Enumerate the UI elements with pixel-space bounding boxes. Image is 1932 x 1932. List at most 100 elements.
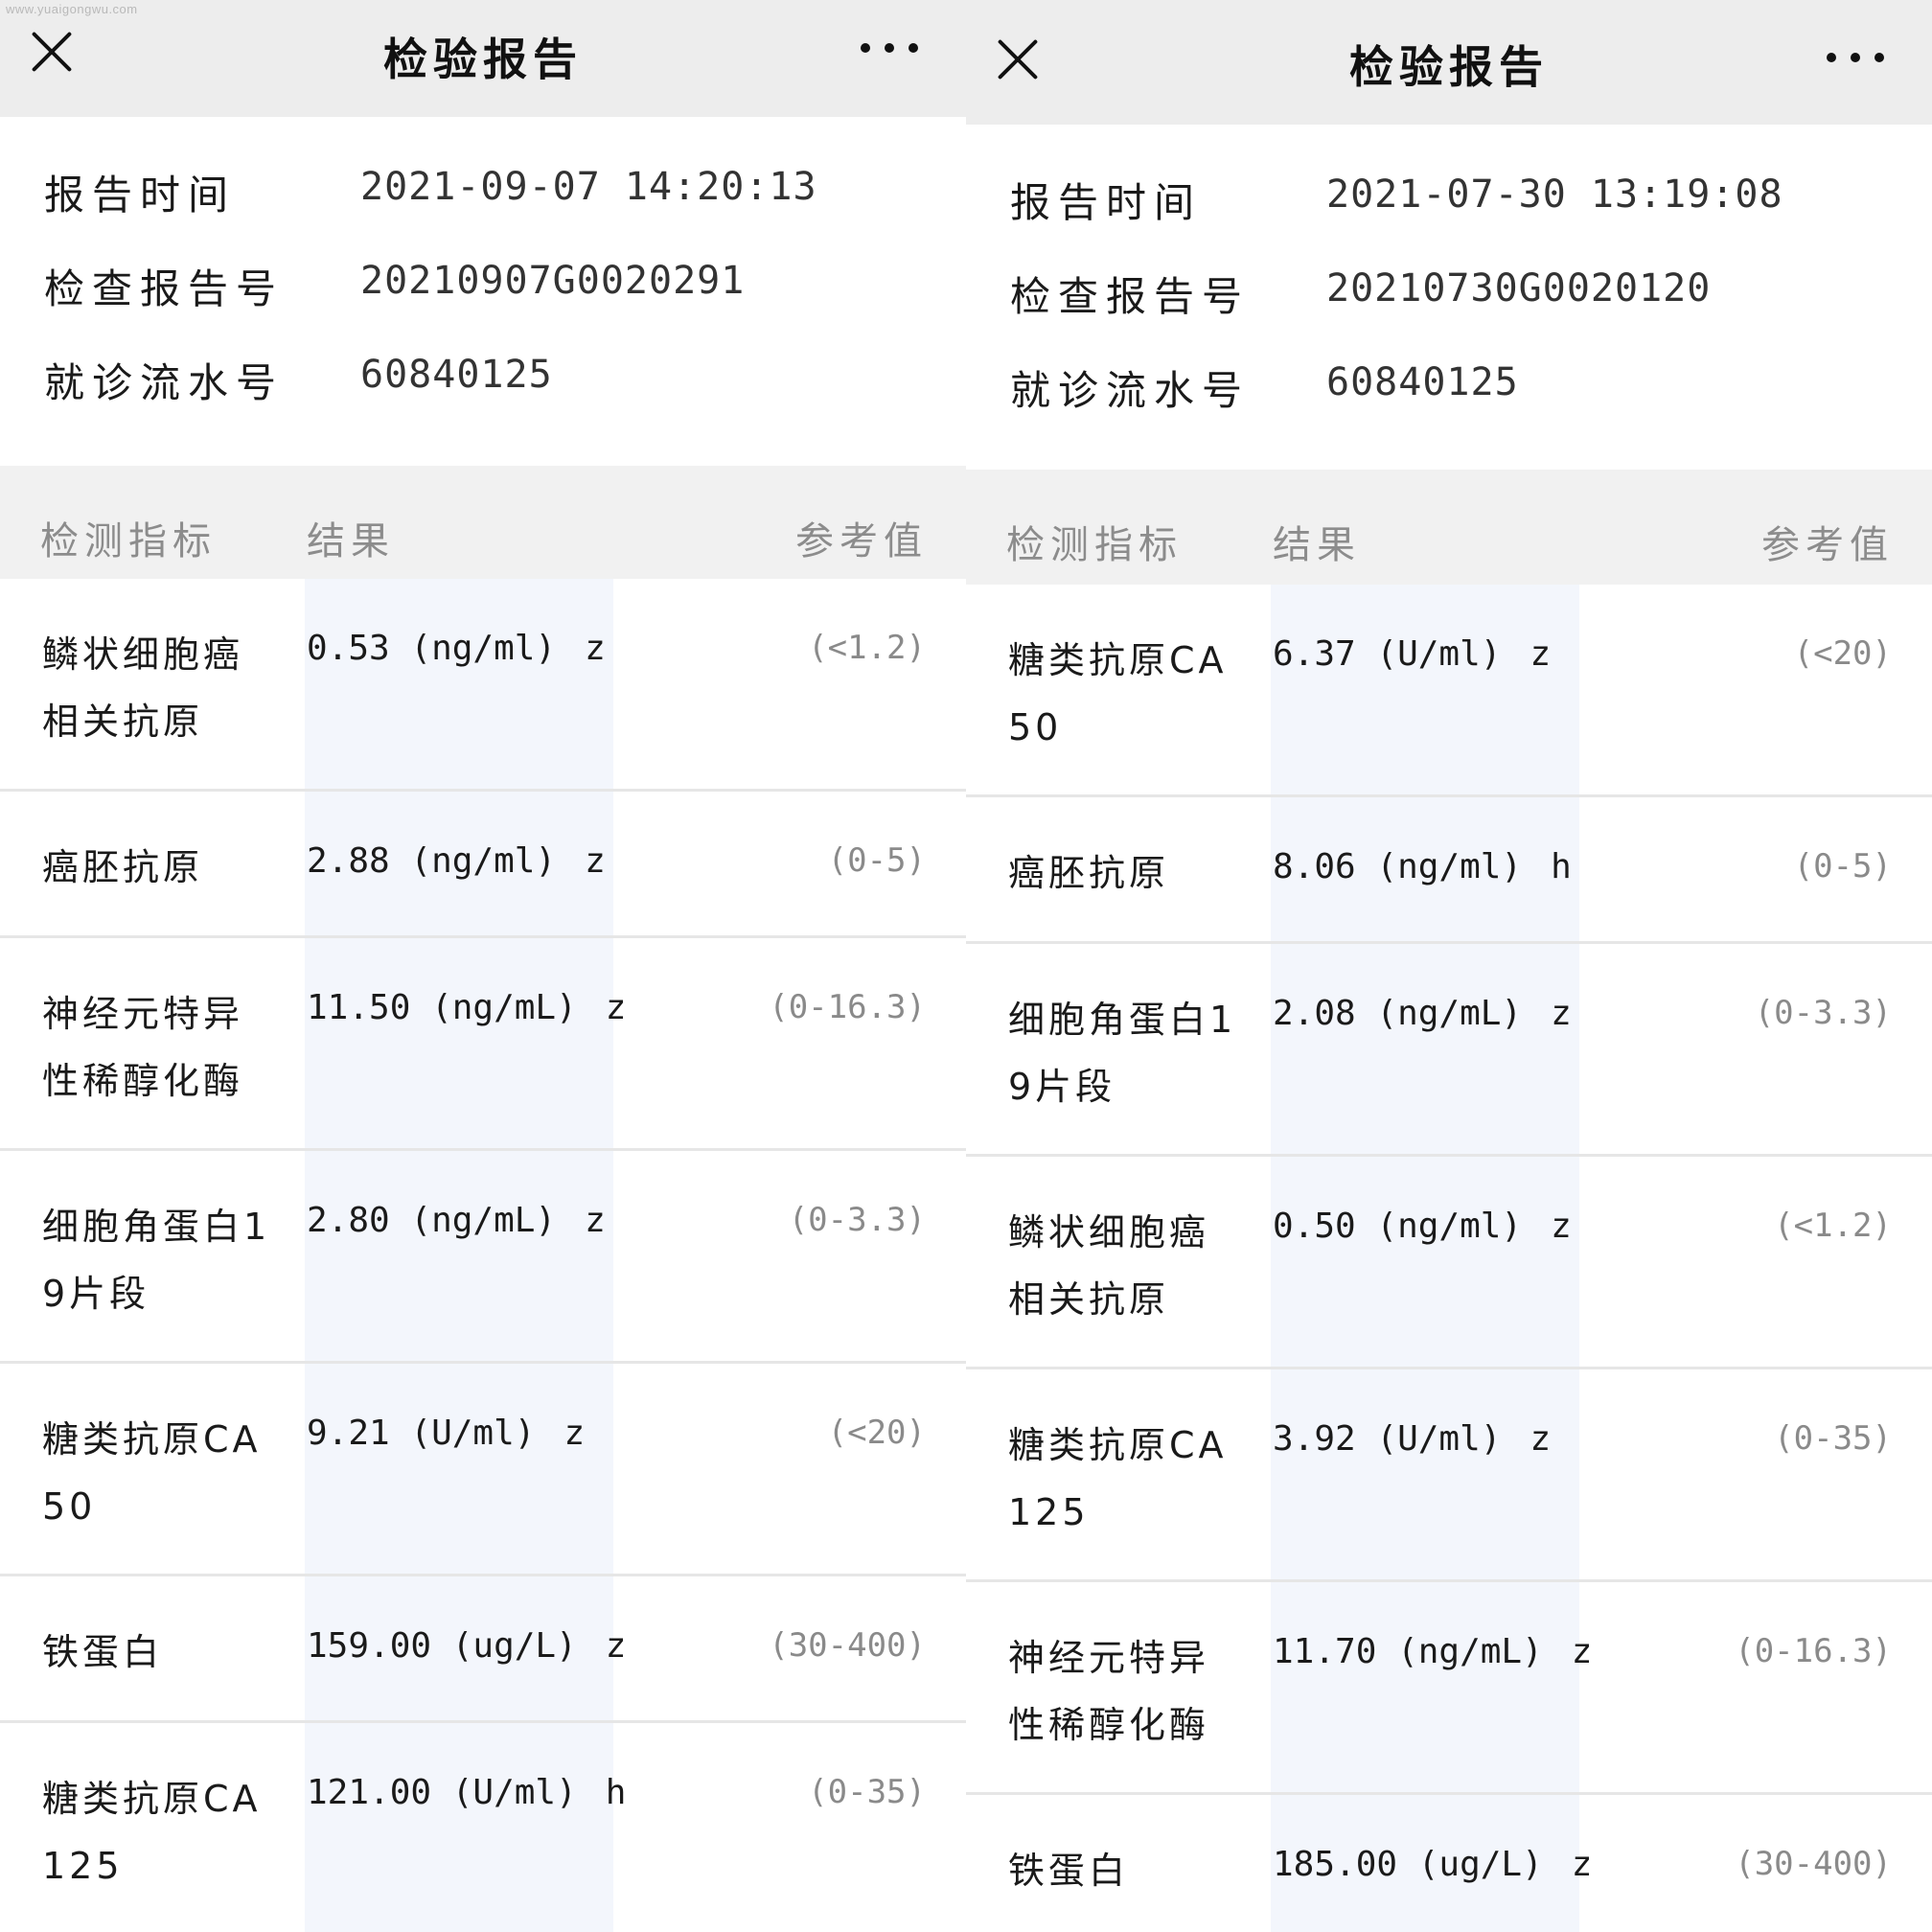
- result-value: 121.00 (U/ml) h: [307, 1773, 626, 1812]
- page-title: 检验报告: [1349, 41, 1549, 93]
- info-row-report-number: 检查报告号 20210730G0020120: [966, 245, 1932, 339]
- result-number: 3.92: [1273, 1419, 1356, 1459]
- result-number: 11.50: [307, 988, 411, 1027]
- indicator-name: 神经元特异性稀醇化酶: [1008, 1637, 1210, 1746]
- result-number: 0.53: [307, 629, 390, 668]
- indicator-name: 糖类抗原CA125: [1008, 1424, 1228, 1533]
- report-info: 报告时间 2021-07-30 13:19:08 检查报告号 20210730G…: [966, 125, 1932, 433]
- result-unit: (ng/ml): [410, 629, 557, 668]
- info-label: 就诊流水号: [44, 359, 285, 406]
- info-label: 就诊流水号: [1010, 367, 1251, 414]
- table-row[interactable]: 细胞角蛋白19片段 2.80 (ng/mL) z (0-3.3): [0, 1151, 966, 1364]
- result-value: 185.00 (ug/L) z: [1273, 1845, 1592, 1884]
- table-row[interactable]: 糖类抗原CA50 6.37 (U/ml) z (<20): [966, 585, 1932, 797]
- table-row[interactable]: 糖类抗原CA125 3.92 (U/ml) z (0-35): [966, 1369, 1932, 1582]
- indicator-name: 糖类抗原CA50: [1008, 639, 1228, 748]
- table-row[interactable]: 铁蛋白 185.00 (ug/L) z (30-400): [966, 1795, 1932, 1932]
- result-flag: z: [1530, 634, 1552, 674]
- table-row[interactable]: 糖类抗原CA50 9.21 (U/ml) z (<20): [0, 1364, 966, 1576]
- more-options-icon[interactable]: [1827, 48, 1884, 67]
- reference-range: (0-3.3): [1754, 994, 1892, 1032]
- info-value: 60840125: [1326, 360, 1519, 404]
- result-number: 159.00: [307, 1626, 432, 1666]
- table-row[interactable]: 神经元特异性稀醇化酶 11.50 (ng/mL) z (0-16.3): [0, 938, 966, 1151]
- info-value: 2021-09-07 14:20:13: [360, 165, 817, 209]
- indicator-name: 铁蛋白: [1008, 1850, 1130, 1892]
- result-flag: h: [1551, 847, 1572, 886]
- table-row[interactable]: 鳞状细胞癌相关抗原 0.50 (ng/ml) z (<1.2): [966, 1157, 1932, 1369]
- result-number: 2.80: [307, 1201, 390, 1240]
- table-row[interactable]: 癌胚抗原 2.88 (ng/ml) z (0-5): [0, 792, 966, 938]
- result-unit: (ng/mL): [410, 1201, 557, 1240]
- result-unit: (ng/mL): [1397, 1632, 1543, 1671]
- table-row[interactable]: 糖类抗原CA125 121.00 (U/ml) h (0-35): [0, 1723, 966, 1932]
- table-row[interactable]: 细胞角蛋白19片段 2.08 (ng/mL) z (0-3.3): [966, 944, 1932, 1157]
- reference-range: (0-16.3): [1735, 1632, 1892, 1670]
- info-row-report-time: 报告时间 2021-09-07 14:20:13: [0, 144, 966, 238]
- reference-range: (30-400): [769, 1626, 926, 1665]
- info-value: 20210730G0020120: [1326, 266, 1712, 310]
- reference-range: (0-35): [1774, 1419, 1892, 1458]
- table-row[interactable]: 鳞状细胞癌相关抗原 0.53 (ng/ml) z (<1.2): [0, 579, 966, 792]
- info-row-visit-number: 就诊流水号 60840125: [966, 339, 1932, 433]
- result-list: 鳞状细胞癌相关抗原 0.53 (ng/ml) z (<1.2) 癌胚抗原 2.88…: [0, 579, 966, 1932]
- result-value: 2.80 (ng/mL) z: [307, 1201, 606, 1240]
- reference-range: (<1.2): [808, 629, 926, 667]
- report-info: 报告时间 2021-09-07 14:20:13 检查报告号 20210907G…: [0, 117, 966, 426]
- result-unit: (ng/mL): [431, 988, 577, 1027]
- result-value: 2.08 (ng/mL) z: [1273, 994, 1572, 1033]
- result-flag: z: [1551, 994, 1572, 1033]
- header-result: 结果: [307, 519, 395, 564]
- result-unit: (U/ml): [1376, 634, 1502, 674]
- watermark-text: www.yuaigongwu.com: [6, 2, 138, 16]
- reference-range: (<20): [1793, 634, 1892, 673]
- indicator-name: 神经元特异性稀醇化酶: [42, 993, 244, 1102]
- info-row-visit-number: 就诊流水号 60840125: [0, 332, 966, 426]
- result-flag: z: [585, 629, 606, 668]
- table-header: 检测指标 结果 参考值: [966, 470, 1932, 585]
- info-label: 报告时间: [44, 172, 237, 218]
- result-unit: (ug/L): [451, 1626, 577, 1666]
- result-unit: (ng/ml): [1376, 1207, 1523, 1246]
- result-flag: z: [605, 1626, 627, 1666]
- info-row-report-number: 检查报告号 20210907G0020291: [0, 238, 966, 332]
- result-number: 2.08: [1273, 994, 1356, 1033]
- indicator-name: 癌胚抗原: [1008, 852, 1170, 894]
- report-panel-left: 检验报告 报告时间 2021-09-07 14:20:13 检查报告号 2021…: [0, 0, 966, 1932]
- nav-bar: 检验报告: [966, 0, 1932, 125]
- result-number: 121.00: [307, 1773, 432, 1812]
- table-row[interactable]: 铁蛋白 159.00 (ug/L) z (30-400): [0, 1576, 966, 1723]
- table-row[interactable]: 癌胚抗原 8.06 (ng/ml) h (0-5): [966, 797, 1932, 944]
- result-number: 2.88: [307, 841, 390, 881]
- header-indicator: 检测指标: [1006, 523, 1183, 567]
- reference-range: (<1.2): [1774, 1207, 1892, 1245]
- result-number: 11.70: [1273, 1632, 1377, 1671]
- page-title: 检验报告: [383, 34, 583, 85]
- result-flag: z: [1530, 1419, 1552, 1459]
- result-value: 2.88 (ng/ml) z: [307, 841, 606, 881]
- result-flag: z: [564, 1414, 586, 1453]
- result-unit: (U/ml): [451, 1773, 577, 1812]
- reference-range: (0-3.3): [788, 1201, 926, 1239]
- result-value: 11.50 (ng/mL) z: [307, 988, 626, 1027]
- reference-range: (0-5): [827, 841, 926, 880]
- table-row[interactable]: 神经元特异性稀醇化酶 11.70 (ng/mL) z (0-16.3): [966, 1582, 1932, 1795]
- result-unit: (ug/L): [1417, 1845, 1543, 1884]
- more-options-icon[interactable]: [861, 38, 918, 58]
- result-flag: z: [585, 841, 606, 881]
- indicator-name: 糖类抗原CA125: [42, 1778, 262, 1887]
- indicator-name: 糖类抗原CA50: [42, 1418, 262, 1528]
- report-panel-right: 检验报告 报告时间 2021-07-30 13:19:08 检查报告号 2021…: [966, 0, 1932, 1932]
- result-flag: z: [585, 1201, 606, 1240]
- reference-range: (0-16.3): [769, 988, 926, 1026]
- result-unit: (ng/mL): [1376, 994, 1523, 1033]
- result-value: 9.21 (U/ml) z: [307, 1414, 585, 1453]
- result-value: 0.50 (ng/ml) z: [1273, 1207, 1572, 1246]
- result-unit: (ng/ml): [410, 841, 557, 881]
- header-reference: 参考值: [795, 519, 928, 564]
- info-label: 检查报告号: [1010, 273, 1251, 320]
- result-flag: z: [605, 988, 627, 1027]
- table-header: 检测指标 结果 参考值: [0, 466, 966, 579]
- indicator-name: 癌胚抗原: [42, 846, 204, 888]
- result-value: 159.00 (ug/L) z: [307, 1626, 626, 1666]
